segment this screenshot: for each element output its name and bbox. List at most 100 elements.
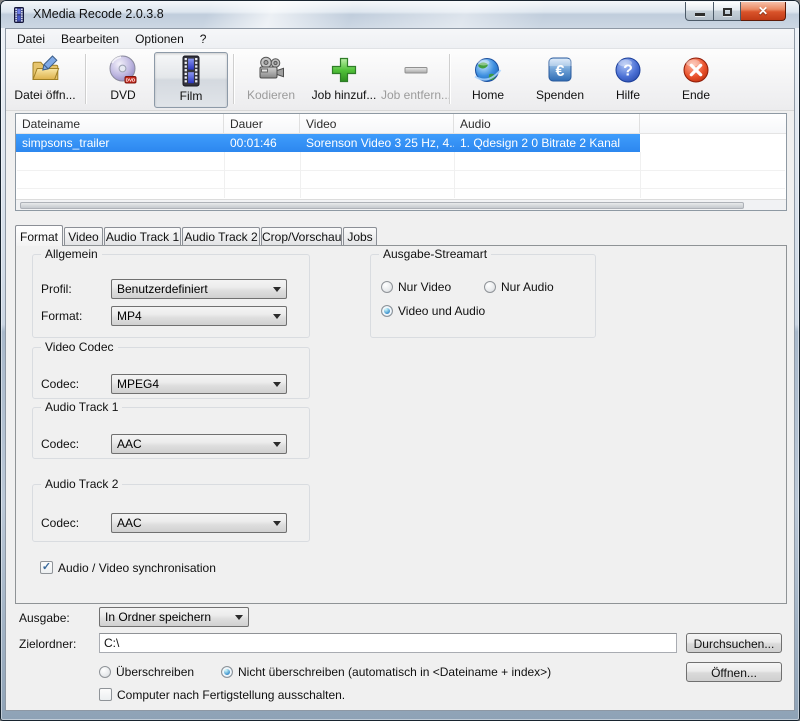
minimize-button[interactable] (685, 2, 714, 21)
home-button[interactable]: Home (455, 52, 521, 108)
chevron-down-icon (268, 514, 286, 532)
add-job-icon (328, 54, 360, 86)
radio-icon (221, 666, 233, 678)
column-header-video[interactable]: Video (300, 114, 454, 133)
app-film-icon (11, 7, 27, 23)
shutdown-checkbox[interactable]: Computer nach Fertigstellung ausschalten… (99, 688, 345, 702)
svg-text:€: € (556, 63, 565, 80)
radio-label: Nicht überschreiben (automatisch in <Dat… (238, 665, 551, 679)
durchsuchen-button[interactable]: Durchsuchen... (686, 633, 782, 653)
audio-track-1-codec-combobox[interactable]: AAC (111, 434, 287, 454)
quit-icon (680, 54, 712, 86)
format-value: MP4 (117, 309, 268, 323)
chevron-down-icon (268, 435, 286, 453)
maximize-button[interactable] (714, 2, 741, 21)
menu-item-datei[interactable]: Datei (9, 30, 53, 48)
ausgabe-combobox[interactable]: In Ordner speichern (99, 607, 249, 627)
donate-button[interactable]: € Spenden (525, 52, 595, 108)
window-title: XMedia Recode 2.0.3.8 (33, 7, 164, 21)
menu-item-optionen[interactable]: Optionen (127, 30, 192, 48)
film-icon (175, 55, 207, 87)
radio-nur-video[interactable]: Nur Video (381, 280, 451, 294)
grid-line (300, 152, 301, 198)
file-table: Dateiname Dauer Video Audio simpsons_tra… (15, 113, 787, 211)
toolbar-label: Hilfe (597, 88, 659, 102)
group-title: Audio Track 1 (41, 400, 122, 414)
grid-line (454, 152, 455, 198)
tab-jobs[interactable]: Jobs (343, 227, 377, 245)
radio-nur-audio[interactable]: Nur Audio (484, 280, 554, 294)
dvd-button[interactable]: DVD DVD (92, 52, 154, 108)
scrollbar-thumb[interactable] (20, 202, 744, 209)
codec-label: Codec: (41, 377, 79, 391)
tab-format[interactable]: Format (15, 225, 63, 246)
radio-ueberschreiben[interactable]: Überschreiben (99, 665, 194, 679)
column-header-dateiname[interactable]: Dateiname (16, 114, 224, 133)
minimize-icon (695, 13, 705, 16)
radio-icon (381, 281, 393, 293)
open-file-button[interactable]: Datei öffn... (8, 52, 82, 108)
checkbox-unchecked-icon (99, 688, 112, 701)
dvd-icon: DVD (107, 54, 139, 86)
cell-dateiname: simpsons_trailer (16, 134, 224, 152)
help-icon: ? (612, 54, 644, 86)
radio-icon (99, 666, 111, 678)
tab-video[interactable]: Video (64, 227, 103, 245)
home-globe-icon (472, 54, 504, 86)
toolbar-label: Spenden (525, 88, 595, 102)
zielordner-input[interactable] (99, 633, 677, 653)
file-table-header: Dateiname Dauer Video Audio (16, 114, 786, 134)
radio-label: Überschreiben (116, 665, 194, 679)
menu-item-help[interactable]: ? (192, 30, 215, 48)
group-ausgabe-streamart: Ausgabe-Streamart Nur Video Nur Audio Vi… (370, 254, 596, 338)
tab-audio-track-2[interactable]: Audio Track 2 (182, 227, 260, 245)
encode-button: Kodieren (238, 52, 304, 108)
ausgabe-value: In Ordner speichern (105, 610, 230, 624)
column-header-audio[interactable]: Audio (454, 114, 640, 133)
toolbar-label: Film (155, 89, 227, 103)
horizontal-scrollbar[interactable] (16, 199, 786, 210)
group-title: Ausgabe-Streamart (379, 247, 491, 261)
toolbar: Datei öffn... DVD DVD (6, 49, 794, 111)
audio-track-2-codec-combobox[interactable]: AAC (111, 513, 287, 533)
quit-button[interactable]: Ende (663, 52, 729, 108)
toolbar-label: Job entfern... (380, 88, 452, 102)
title-bar[interactable]: XMedia Recode 2.0.3.8 ✕ (1, 1, 799, 28)
encode-icon (255, 54, 287, 86)
radio-label: Nur Audio (501, 280, 554, 294)
checkbox-checked-icon: ✓ (40, 561, 53, 574)
toolbar-separator (85, 54, 87, 104)
help-button[interactable]: ? Hilfe (597, 52, 659, 108)
column-header-dauer[interactable]: Dauer (224, 114, 300, 133)
menu-item-bearbeiten[interactable]: Bearbeiten (53, 30, 127, 48)
close-button[interactable]: ✕ (741, 2, 786, 21)
film-button[interactable]: Film (154, 52, 228, 108)
radio-nicht-ueberschreiben[interactable]: Nicht überschreiben (automatisch in <Dat… (221, 665, 551, 679)
radio-icon (381, 305, 393, 317)
tab-audio-track-1[interactable]: Audio Track 1 (104, 227, 181, 245)
oeffnen-button[interactable]: Öffnen... (686, 662, 782, 682)
radio-icon (484, 281, 496, 293)
format-tab-panel: Allgemein Profil: Benutzerdefiniert Form… (15, 245, 787, 604)
profil-label: Profil: (41, 282, 72, 296)
cell-video: Sorenson Video 3 25 Hz, 4... (300, 134, 454, 152)
sync-checkbox[interactable]: ✓ Audio / Video synchronisation (40, 561, 216, 575)
open-file-icon (29, 54, 61, 86)
audio-track-2-codec-value: AAC (117, 516, 268, 530)
window-content: Datei Bearbeiten Optionen ? Datei öffn..… (5, 28, 795, 711)
profil-combobox[interactable]: Benutzerdefiniert (111, 279, 287, 299)
radio-label: Nur Video (398, 280, 451, 294)
radio-video-und-audio[interactable]: Video und Audio (381, 304, 485, 318)
remove-job-button: Job entfern... (380, 52, 452, 108)
tab-crop-vorschau[interactable]: Crop/Vorschau (261, 227, 342, 245)
checkbox-label: Audio / Video synchronisation (58, 561, 216, 575)
chevron-down-icon (268, 375, 286, 393)
toolbar-label: Job hinzuf... (308, 88, 380, 102)
checkbox-label: Computer nach Fertigstellung ausschalten… (117, 688, 345, 702)
grid-line (17, 170, 785, 171)
add-job-button[interactable]: Job hinzuf... (308, 52, 380, 108)
video-codec-combobox[interactable]: MPEG4 (111, 374, 287, 394)
format-combobox[interactable]: MP4 (111, 306, 287, 326)
group-title: Video Codec (41, 340, 118, 354)
table-row-selected[interactable]: simpsons_trailer 00:01:46 Sorenson Video… (16, 134, 786, 152)
